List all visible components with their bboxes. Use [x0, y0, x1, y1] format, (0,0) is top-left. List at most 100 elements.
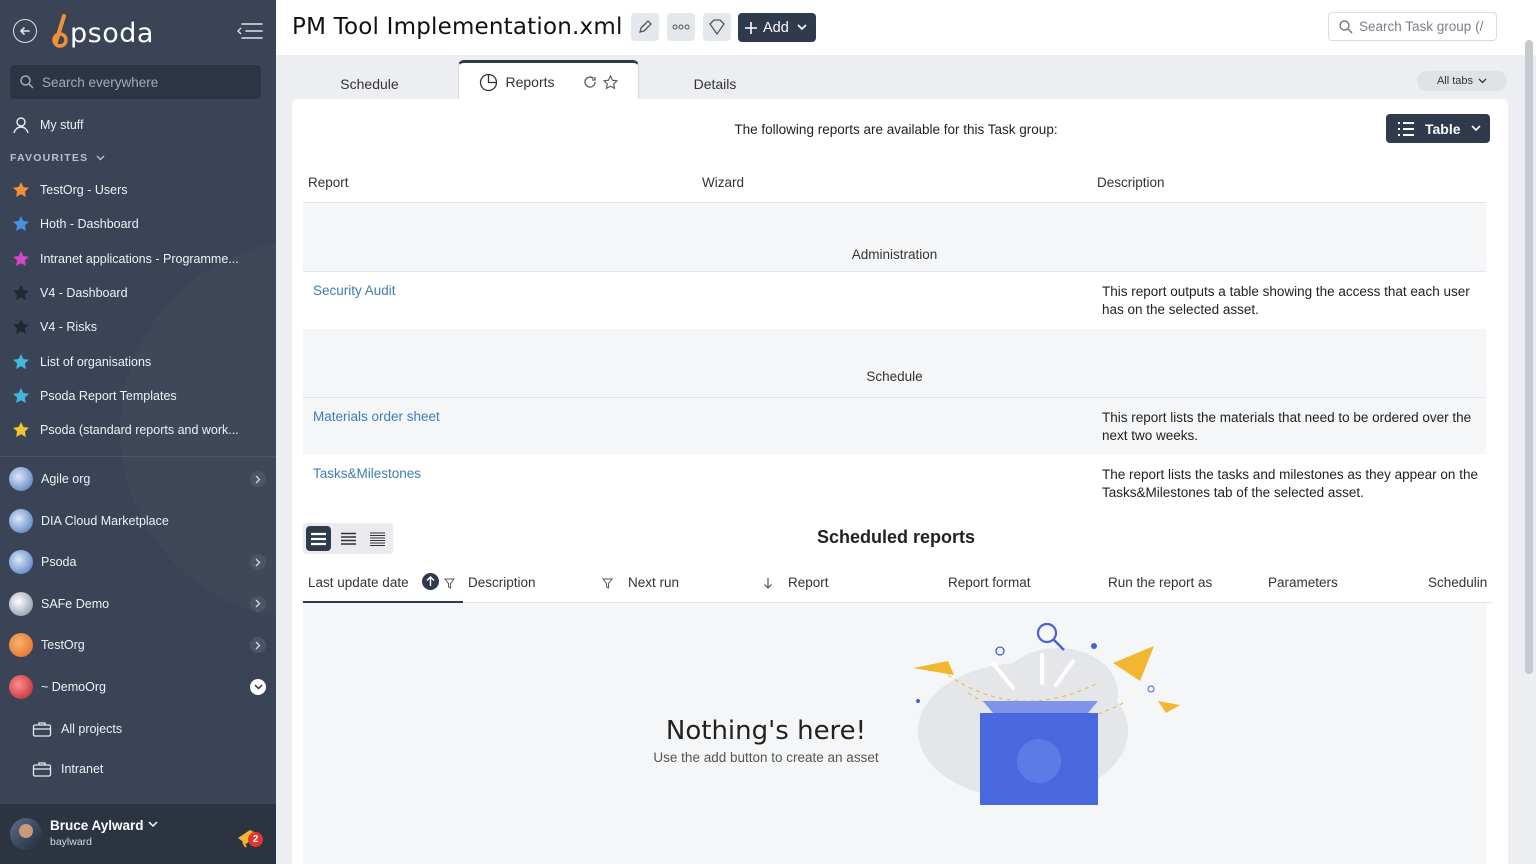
chevron-right-icon[interactable] [250, 554, 266, 571]
favourite-label: Psoda Report Templates [40, 388, 177, 403]
favourites-heading-label: FAVOURITES [10, 152, 89, 164]
favourite-item[interactable]: Hoth - Dashboard [0, 208, 276, 240]
column-header-next-run[interactable]: Next run [628, 575, 679, 590]
star-icon[interactable] [602, 74, 618, 90]
chevron-down-icon[interactable] [250, 679, 266, 695]
sidebar-org-item[interactable]: SAFe Demo [0, 584, 276, 624]
org-logo-icon [9, 675, 33, 699]
add-button[interactable]: Add [738, 13, 816, 42]
empty-state-subtitle: Use the add button to create an asset [653, 750, 879, 765]
my-stuff-link[interactable]: My stuff [0, 109, 276, 141]
star-icon [11, 352, 31, 372]
sidebar-org-item[interactable]: DIA Cloud Marketplace [0, 501, 276, 541]
column-header-description[interactable]: Description [468, 575, 536, 590]
org-logo-icon [9, 467, 33, 491]
report-link[interactable]: Tasks&Milestones [313, 466, 421, 481]
pencil-icon [639, 20, 652, 33]
favourite-label: Hoth - Dashboard [40, 217, 139, 232]
sidebar-org-label: Psoda [41, 555, 77, 570]
favourite-item[interactable]: List of organisations [0, 346, 276, 378]
favourite-label: Psoda (standard reports and work... [40, 423, 239, 438]
star-icon [11, 180, 31, 200]
tab-schedule[interactable]: Schedule [292, 68, 447, 99]
favourite-item[interactable]: Psoda Report Templates [0, 380, 276, 412]
chevron-down-icon [96, 155, 105, 161]
column-header-wizard[interactable]: Wizard [702, 175, 744, 190]
view-mode-dropdown[interactable]: Table [1386, 114, 1490, 143]
empty-box-illustration [913, 622, 1180, 805]
favourite-item[interactable]: Intranet applications - Programme... [0, 243, 276, 275]
sidebar-org-label: ~ DemoOrg [41, 680, 106, 694]
chevron-right-icon[interactable] [250, 595, 266, 612]
chevron-right-icon[interactable] [250, 471, 266, 487]
report-group-row: Administration [303, 203, 1486, 272]
star-icon [11, 283, 31, 303]
filter-icon[interactable] [602, 578, 613, 589]
sidebar-org-item[interactable]: Agile org [0, 459, 276, 499]
chevron-down-icon [1478, 78, 1487, 84]
favourite-item[interactable]: TestOrg - Users [0, 174, 276, 206]
sidebar-org-label: Agile org [41, 472, 91, 486]
tab-reports[interactable]: Reports [458, 60, 639, 101]
table-row: Materials order sheet This report lists … [303, 398, 1486, 455]
sort-down-icon[interactable] [763, 577, 773, 589]
task-group-search[interactable] [1328, 12, 1497, 41]
search-icon [20, 75, 34, 89]
refresh-icon[interactable] [583, 75, 597, 89]
view-mode-label: Table [1425, 120, 1461, 137]
task-group-search-input[interactable] [1359, 13, 1493, 40]
collapse-sidebar-button[interactable] [236, 20, 264, 42]
tab-label: Schedule [340, 75, 399, 92]
column-header-last-update[interactable]: Last update date [308, 575, 409, 590]
star-icon [11, 386, 31, 406]
favourite-item[interactable]: V4 - Risks [0, 311, 276, 343]
favourite-label: TestOrg - Users [40, 183, 128, 197]
tab-details[interactable]: Details [640, 68, 790, 99]
favourites-heading[interactable]: FAVOURITES [10, 152, 105, 164]
column-header-description[interactable]: Description [1097, 175, 1165, 190]
more-options-button[interactable] [667, 13, 695, 41]
star-icon [11, 317, 31, 337]
global-search[interactable] [10, 65, 261, 99]
edit-button[interactable] [631, 13, 659, 41]
column-header-report-format[interactable]: Report format [948, 575, 1031, 590]
page-title: PM Tool Implementation.xml [292, 14, 623, 40]
avatar [10, 818, 42, 850]
menu-collapse-icon [237, 23, 263, 39]
column-header-run-as[interactable]: Run the report as [1108, 575, 1212, 590]
user-login: baylward [50, 836, 93, 848]
favourite-label: V4 - Dashboard [40, 285, 128, 300]
sidebar-org-item[interactable]: Psoda [0, 542, 276, 582]
column-header-parameters[interactable]: Parameters [1268, 575, 1338, 590]
all-tabs-dropdown[interactable]: All tabs [1417, 71, 1507, 91]
arrow-left-icon [19, 27, 30, 35]
sort-ascending-icon[interactable] [422, 573, 439, 590]
report-description: This report lists the materials that nee… [1102, 410, 1472, 443]
column-header-report[interactable]: Report [308, 175, 349, 190]
user-menu[interactable]: Bruce Aylward baylward [0, 804, 276, 864]
column-header-scheduling[interactable]: Schedulin [1428, 575, 1487, 590]
psoda-logo[interactable]: psoda [50, 12, 160, 52]
back-button[interactable] [13, 19, 37, 43]
sidebar-org-item[interactable]: TestOrg [0, 625, 276, 665]
chevron-right-icon[interactable] [250, 637, 266, 654]
global-search-input[interactable] [42, 65, 252, 99]
table-row: Tasks&Milestones The report lists the ta… [303, 455, 1486, 512]
filter-icon[interactable] [444, 578, 455, 589]
user-name: Bruce Aylward [50, 818, 144, 833]
plus-icon [745, 21, 757, 34]
favourite-label: List of organisations [40, 354, 152, 369]
report-link[interactable]: Security Audit [313, 283, 396, 298]
favourite-item[interactable]: V4 - Dashboard [0, 277, 276, 309]
page-scrollbar[interactable] [1525, 40, 1533, 674]
notification-count-badge: 2 [248, 832, 263, 847]
sidebar-org-item[interactable]: ~ DemoOrg [0, 667, 276, 707]
scheduled-table-header: Last update date Description Next run Re… [303, 567, 1492, 603]
tag-button[interactable] [703, 13, 731, 41]
chevron-down-icon [797, 24, 807, 31]
report-link[interactable]: Materials order sheet [313, 409, 440, 424]
report-group-label: Administration [851, 247, 938, 262]
org-logo-icon [9, 633, 33, 658]
column-header-report[interactable]: Report [788, 575, 829, 590]
favourite-item[interactable]: Psoda (standard reports and work... [0, 414, 276, 446]
